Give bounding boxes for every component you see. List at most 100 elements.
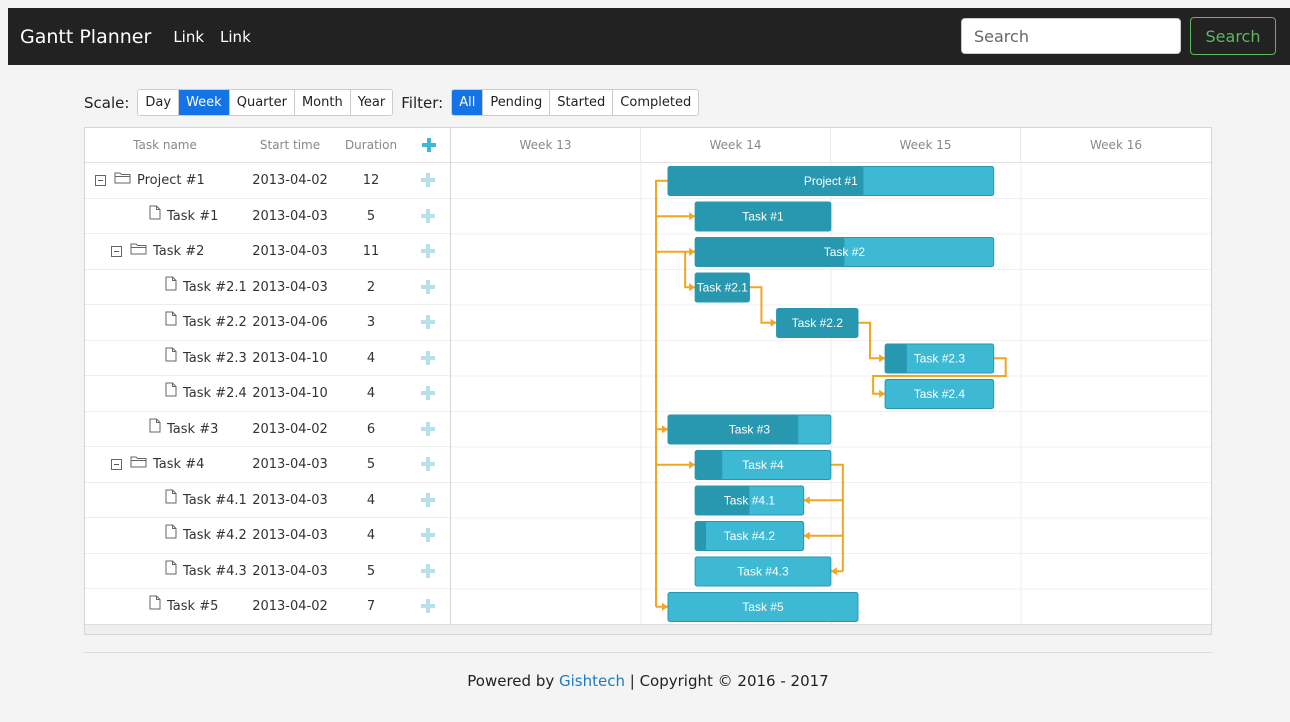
task-bar[interactable]: Task #4.1 [694,485,805,516]
task-name-cell[interactable]: Project #1 [95,163,205,198]
task-name-text: Task #4.3 [183,563,247,579]
task-bar[interactable]: Task #2.3 [884,343,995,374]
task-row[interactable]: Task #4.3 2013-04-03 5 [85,554,450,589]
add-subtask-icon[interactable] [421,244,435,258]
task-name-cell[interactable]: Task #2.4 [165,376,247,411]
task-bar[interactable]: Task #2.1 [694,272,750,303]
task-name-cell[interactable]: Task #2.3 [165,341,247,376]
scale-day-button[interactable]: Day [138,90,180,115]
add-subtask-icon[interactable] [421,421,435,436]
link-arrow-icon [689,212,696,221]
timeline-header: Week 13 Week 14 Week 15 Week 16 [451,128,1211,163]
task-bar[interactable]: Task #1 [694,201,832,232]
task-row[interactable]: Task #3 2013-04-02 6 [85,412,450,447]
footer-divider [84,652,1212,653]
task-bar-label: Task #4.2 [724,529,776,543]
start-time-cell: 2013-04-10 [252,386,328,401]
task-row[interactable]: Task #2.2 2013-04-06 3 [85,305,450,341]
scale-year-button[interactable]: Year [350,90,393,115]
task-row[interactable]: Task #2.4 2013-04-10 4 [85,376,450,412]
gishtech-link[interactable]: Gishtech [559,672,625,690]
task-bar[interactable]: Task #2.2 [776,308,859,338]
add-subtask-icon[interactable] [421,350,435,365]
task-row[interactable]: Task #2.3 2013-04-10 4 [85,341,450,376]
task-row[interactable]: Task #4 2013-04-03 5 [85,447,450,483]
task-name-cell[interactable]: Task #4.1 [165,483,247,518]
task-row[interactable]: Project #1 2013-04-02 12 [85,163,450,199]
collapse-toggle-icon[interactable] [111,246,122,257]
brand-title[interactable]: Gantt Planner [20,26,151,48]
task-bar[interactable]: Project #1 [667,166,995,196]
file-icon [149,199,161,234]
task-row[interactable]: Task #4.1 2013-04-03 4 [85,483,450,518]
search-button[interactable]: Search [1190,17,1276,55]
start-time-cell: 2013-04-03 [252,563,328,579]
task-name-cell[interactable]: Task #3 [149,412,218,447]
task-name-cell[interactable]: Task #2.2 [165,305,247,340]
duration-cell: 7 [366,599,376,614]
task-name-text: Task #4.2 [183,528,247,543]
file-icon [165,554,177,589]
task-bar[interactable]: Task #2 [694,237,995,267]
header-start-time[interactable]: Start time [251,128,329,163]
task-bar[interactable]: Task #2.4 [884,379,995,409]
file-icon [165,270,177,305]
task-row[interactable]: Task #2 2013-04-03 11 [85,234,450,270]
nav-link-1[interactable]: Link [173,28,204,46]
search-input[interactable] [961,18,1181,54]
filter-all-button[interactable]: All [452,90,484,115]
scale-week-button[interactable]: Week [179,90,230,115]
nav-link-2[interactable]: Link [220,28,251,46]
add-subtask-icon[interactable] [421,279,435,294]
task-bar[interactable]: Task #4 [694,450,832,480]
header-duration[interactable]: Duration [341,128,401,163]
task-row[interactable]: Task #5 2013-04-02 7 [85,589,450,625]
timeline: Week 13 Week 14 Week 15 Week 16 Project … [451,128,1211,634]
collapse-toggle-icon[interactable] [111,459,122,470]
task-name-cell[interactable]: Task #4.3 [165,554,247,589]
duration-cell: 4 [366,386,376,401]
start-time-cell: 2013-04-03 [252,244,328,259]
scale-quarter-button[interactable]: Quarter [229,90,295,115]
task-name-cell[interactable]: Task #5 [149,589,218,624]
task-name-cell[interactable]: Task #2.1 [165,270,247,305]
task-bar[interactable]: Task #5 [667,592,859,622]
add-subtask-icon[interactable] [421,457,435,471]
collapse-toggle-icon[interactable] [95,175,106,186]
add-subtask-icon[interactable] [421,563,435,578]
add-subtask-icon[interactable] [421,208,435,223]
add-task-icon[interactable] [421,137,437,153]
task-row[interactable]: Task #1 2013-04-03 5 [85,199,450,234]
horizontal-scrollbar[interactable] [85,624,1211,634]
task-bar[interactable]: Task #4.3 [694,556,832,587]
task-name-cell[interactable]: Task #1 [149,199,218,234]
scale-month-button[interactable]: Month [294,90,351,115]
filter-completed-button[interactable]: Completed [613,90,699,115]
link-arrow-icon [689,460,696,469]
task-name-cell[interactable]: Task #4.2 [165,518,247,553]
filter-started-button[interactable]: Started [550,90,614,115]
add-subtask-icon[interactable] [421,599,435,613]
task-name-cell[interactable]: Task #2 [111,234,204,269]
task-row[interactable]: Task #2.1 2013-04-03 2 [85,270,450,305]
header-task-name[interactable]: Task name [105,128,225,163]
add-subtask-icon[interactable] [421,386,435,400]
filter-pending-button[interactable]: Pending [483,90,551,115]
task-name-cell[interactable]: Task #4 [111,447,204,482]
grid-header: Task name Start time Duration [85,128,450,163]
task-bar[interactable]: Task #3 [667,414,832,445]
dependency-link[interactable] [655,179,668,607]
task-bar[interactable]: Task #4.2 [694,521,805,551]
start-time-cell: 2013-04-02 [252,173,328,188]
task-progress-fill [885,344,907,373]
link-arrow-icon [770,318,777,327]
task-row[interactable]: Task #4.2 2013-04-03 4 [85,518,450,554]
task-bar-label: Task #2.3 [914,352,966,366]
add-subtask-icon[interactable] [421,173,435,187]
add-subtask-icon[interactable] [421,528,435,542]
task-progress-fill [695,450,723,480]
duration-cell: 5 [366,208,376,224]
add-subtask-icon[interactable] [421,315,435,329]
duration-cell: 4 [366,350,376,366]
add-subtask-icon[interactable] [421,492,435,507]
